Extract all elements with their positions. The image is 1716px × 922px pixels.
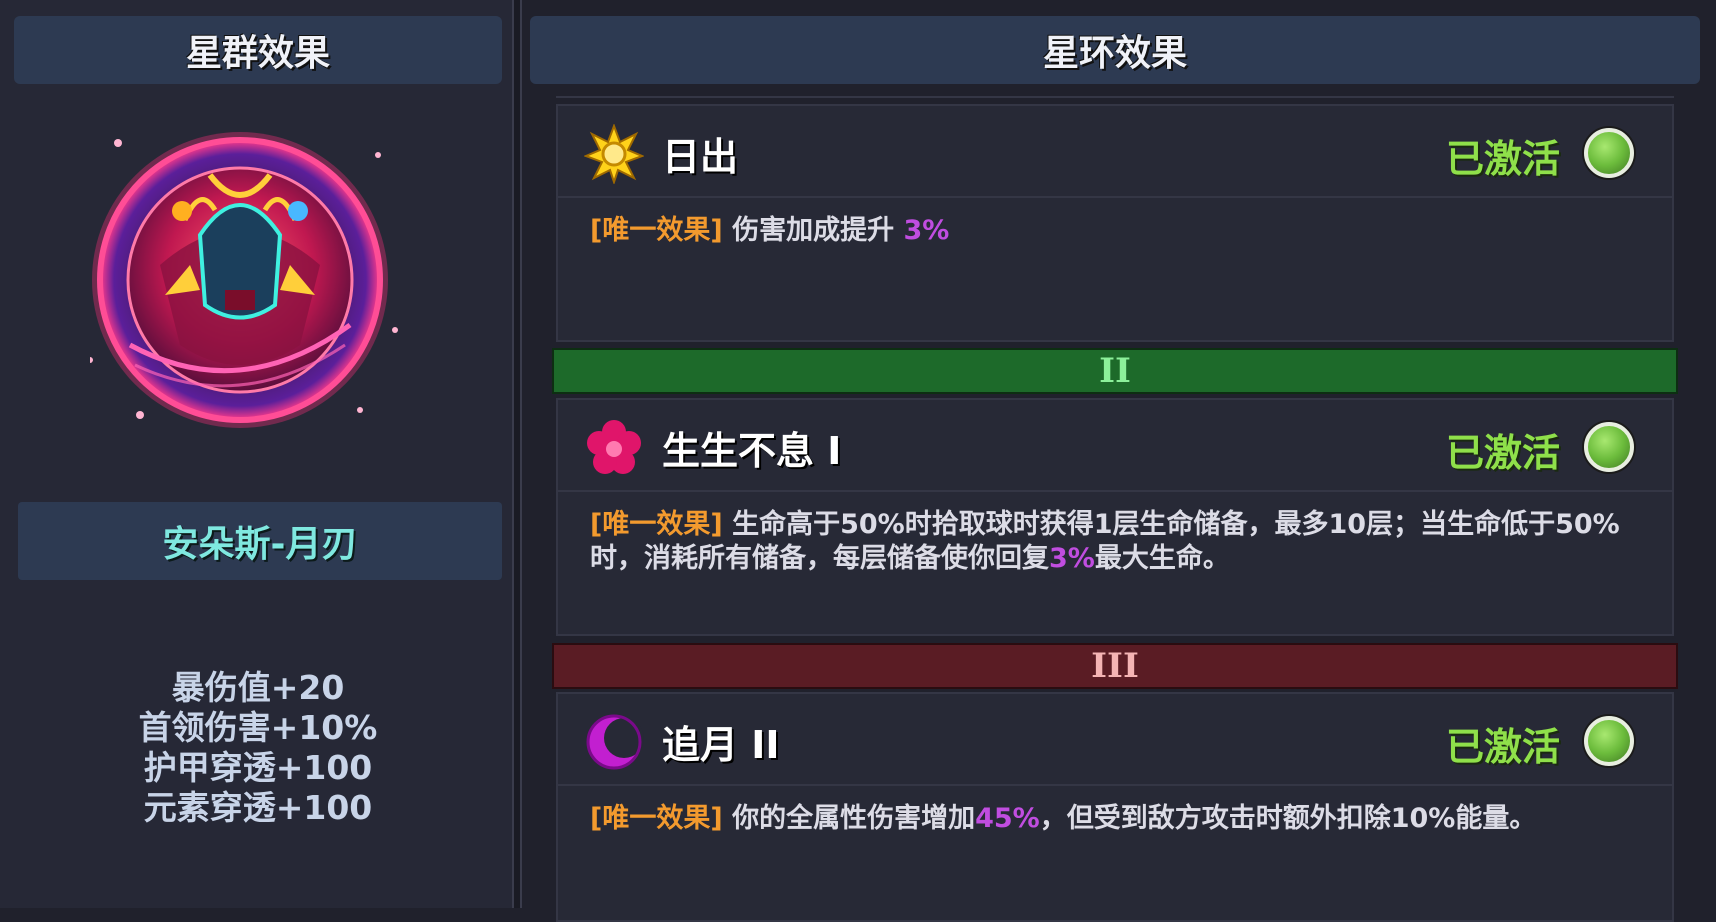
ring-card-header: 追月 II 已激活	[558, 694, 1672, 786]
ring-title: 生生不息 I	[662, 429, 842, 473]
ring-status: 已激活	[1445, 431, 1560, 475]
effect-value: 3%	[1049, 543, 1095, 574]
effect-tag: [唯一效果]	[590, 803, 723, 834]
ring-title: 日出	[662, 135, 739, 179]
effect-tag: [唯一效果]	[590, 509, 723, 540]
ring-description: [唯一效果] 生命高于50%时拾取球时获得1层生命储备，最多10层；当生命低于5…	[590, 508, 1650, 576]
active-indicator-icon	[1584, 422, 1634, 472]
ring-card-sunrise: 日出 已激活 [唯一效果] 伤害加成提升 3%	[556, 104, 1674, 342]
stat-crit-damage: 暴伤值+20	[171, 668, 345, 707]
ring-description: [唯一效果] 伤害加成提升 3%	[590, 214, 1650, 248]
active-indicator-icon	[1584, 128, 1634, 178]
effect-text: 你的全属性伤害增加	[722, 803, 976, 834]
stat-element-penetration: 元素穿透+100	[143, 788, 373, 827]
effect-value: 3%	[903, 215, 950, 246]
constellation-emblem-icon	[90, 132, 398, 428]
list-top-edge	[556, 96, 1674, 98]
ring-title: 追月 II	[662, 723, 780, 767]
ring-card-chasing-moon: 追月 II 已激活 [唯一效果] 你的全属性伤害增加45%，但受到敌方攻击时额外…	[556, 692, 1674, 922]
ring-status: 已激活	[1445, 137, 1560, 181]
sun-icon	[584, 124, 644, 184]
stat-boss-damage: 首领伤害+10%	[138, 708, 378, 747]
constellation-name: 安朵斯-月刃	[18, 502, 502, 580]
ring-status: 已激活	[1445, 725, 1560, 769]
effect-text-end: ，但受到敌方攻击时额外扣除10%能量。	[1039, 803, 1537, 834]
effect-tag: [唯一效果]	[590, 215, 723, 246]
effect-text: 伤害加成提升	[722, 215, 904, 246]
panel-divider	[512, 0, 522, 908]
ring-description: [唯一效果] 你的全属性伤害增加45%，但受到敌方攻击时额外扣除10%能量。	[590, 802, 1650, 836]
flower-icon	[587, 420, 641, 474]
tier-3-bar: III	[552, 643, 1678, 689]
star-ring-effect-header: 星环效果	[530, 16, 1700, 84]
effect-value: 45%	[975, 803, 1040, 834]
active-indicator-icon	[1584, 716, 1634, 766]
tier-2-bar: II	[552, 348, 1678, 394]
constellation-effect-header: 星群效果	[14, 16, 502, 84]
constellation-stats: 暴伤值+20 首领伤害+10% 护甲穿透+100 元素穿透+100	[14, 668, 502, 828]
ring-card-endless-life: 生生不息 I 已激活 [唯一效果] 生命高于50%时拾取球时获得1层生命储备，最…	[556, 398, 1674, 636]
stat-armor-penetration: 护甲穿透+100	[143, 748, 373, 787]
moon-icon	[586, 714, 644, 770]
ring-card-header: 日出 已激活	[558, 106, 1672, 198]
ring-card-header: 生生不息 I 已激活	[558, 400, 1672, 492]
effect-text-end: 最大生命。	[1094, 543, 1230, 574]
